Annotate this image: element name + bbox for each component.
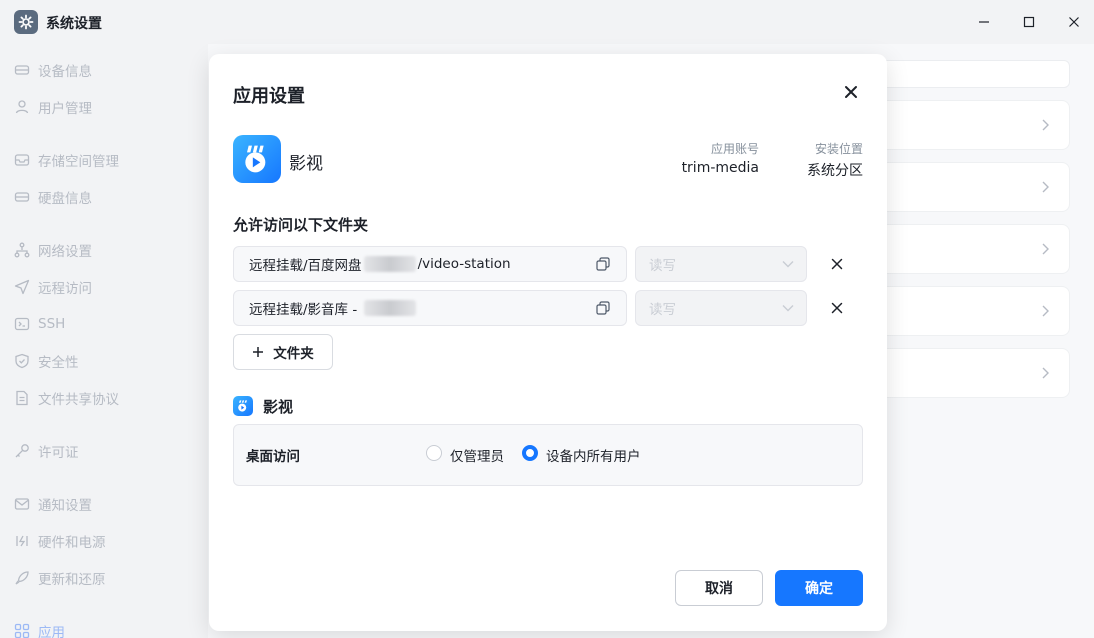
mail-icon [14,496,30,512]
sidebar-item-security[interactable]: 安全性 [14,349,79,373]
title-bar: 系统设置 [0,0,1094,44]
dialog-title: 应用设置 [233,86,305,107]
sidebar-item-ssh[interactable]: SSH [14,312,65,336]
sidebar-item-update-restore[interactable]: 更新和还原 [14,566,106,590]
permission-select[interactable]: 读写 [635,246,807,282]
sidebar-item-users[interactable]: 用户管理 [14,95,92,119]
sidebar: 设备信息 用户管理 存储空间管理 硬盘信息 网络设置 远程访问 SSH 安全性 … [0,44,208,638]
install-location-value: 系统分区 [807,163,863,179]
sidebar-item-notifications[interactable]: 通知设置 [14,492,92,516]
app-settings-dialog: 应用设置 影视 应用账号 trim-media 安装位置 系统分区 允许访问以下… [209,54,887,631]
add-folder-button[interactable]: 文件夹 [233,334,333,370]
sidebar-item-hardware-power[interactable]: 硬件和电源 [14,529,106,553]
chevron-right-icon [1042,305,1049,317]
terminal-icon [14,316,30,332]
user-icon [14,99,30,115]
app-subsection-title: 影视 [263,398,294,416]
sidebar-item-remote-access[interactable]: 远程访问 [14,275,92,299]
radio-admin-only-label[interactable]: 仅管理员 [450,445,504,465]
chevron-right-icon [1042,119,1049,131]
radio-all-users[interactable] [522,445,538,461]
chevron-down-icon [782,305,794,312]
redacted-text [363,256,416,272]
install-location-label: 安装位置 [814,142,863,156]
window-title: 系统设置 [46,16,102,32]
minimize-button[interactable] [972,10,996,34]
maximize-button[interactable] [1017,10,1041,34]
settings-gear-icon [14,10,38,34]
sidebar-item-file-sharing[interactable]: 文件共享协议 [14,386,119,410]
radio-admin-only[interactable] [426,445,442,461]
app-name: 影视 [289,154,323,174]
background-list-row[interactable] [880,162,1070,212]
sidebar-item-device-info[interactable]: 设备信息 [14,58,92,82]
background-list-row[interactable] [880,100,1070,150]
send-icon [14,279,30,295]
shield-icon [14,353,30,369]
radio-all-users-label[interactable]: 设备内所有用户 [546,445,641,465]
network-icon [14,242,30,258]
copy-icon[interactable] [596,301,610,315]
rocket-icon [14,570,30,586]
sidebar-item-storage[interactable]: 存储空间管理 [14,148,119,172]
minimize-icon [979,21,989,23]
sidebar-item-apps[interactable]: 应用 [14,619,65,638]
power-icon [14,533,30,549]
close-dialog-icon[interactable] [843,84,859,100]
cancel-button[interactable]: 取消 [675,570,763,606]
redacted-text [363,300,416,316]
device-icon [14,62,30,78]
close-icon [1069,17,1079,27]
storage-icon [14,152,30,168]
key-icon [14,443,30,459]
folder-path-input[interactable]: 远程挂载/百度网盘/video-station [233,246,627,282]
chevron-right-icon [1042,181,1049,193]
app-account-label: 应用账号 [710,142,759,156]
copy-icon[interactable] [596,257,610,271]
media-app-logo [233,135,281,183]
file-icon [14,390,30,406]
chevron-right-icon [1042,243,1049,255]
remove-folder-icon[interactable] [831,302,843,314]
folders-section-title: 允许访问以下文件夹 [233,216,369,234]
app-account-value: trim-media [681,160,759,176]
background-list-row[interactable] [880,348,1070,398]
chevron-down-icon [782,261,794,268]
sidebar-item-license[interactable]: 许可证 [14,439,79,463]
apps-grid-icon [14,623,30,638]
background-list-row[interactable] [880,286,1070,336]
disk-icon [14,189,30,205]
media-app-small-logo [233,396,253,416]
sidebar-item-disk[interactable]: 硬盘信息 [14,185,92,209]
desktop-access-panel: 桌面访问 仅管理员 设备内所有用户 [233,424,863,486]
permission-select[interactable]: 读写 [635,290,807,326]
close-window-button[interactable] [1062,10,1086,34]
desktop-access-label: 桌面访问 [246,449,300,465]
maximize-icon [1023,16,1035,28]
sidebar-item-network[interactable]: 网络设置 [14,238,92,262]
plus-icon [253,347,264,357]
background-list-row[interactable] [880,224,1070,274]
remove-folder-icon[interactable] [831,258,843,270]
background-search-input[interactable] [880,60,1070,88]
chevron-right-icon [1042,367,1049,379]
folder-path-input[interactable]: 远程挂载/影音库 - [233,290,627,326]
confirm-button[interactable]: 确定 [775,570,863,606]
